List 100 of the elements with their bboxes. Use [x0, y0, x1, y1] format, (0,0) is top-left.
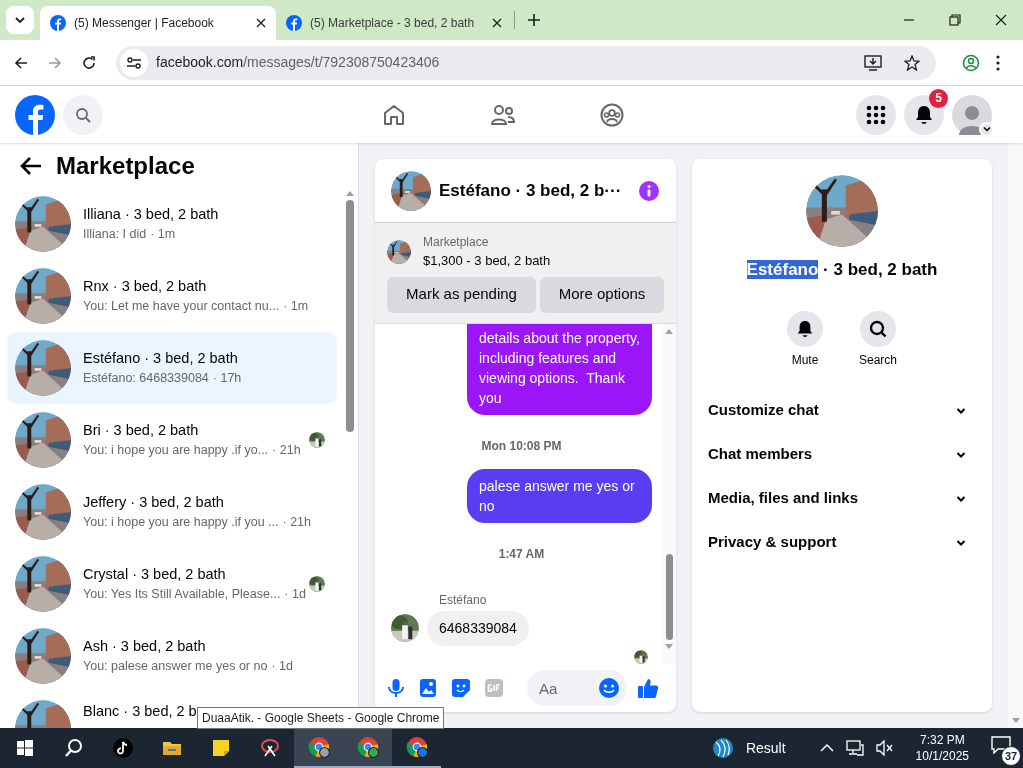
weather-widget-text: Result — [745, 738, 786, 758]
home-icon[interactable] — [382, 102, 406, 127]
icon-button[interactable] — [787, 310, 823, 347]
browser-tab[interactable]: (5) Marketplace - 3 bed, 2 bath — [276, 6, 512, 40]
bell-icon — [796, 319, 814, 338]
conversation-item[interactable]: Jeffery · 3 bed, 2 bath You: i hope you are happy .if you ... · 21h — [7, 476, 337, 548]
conversation-item[interactable]: Bri · 3 bed, 2 bath You: i hope you are happy .if yo... · 21h — [7, 404, 337, 476]
scroll-up-icon — [346, 190, 354, 196]
contact-name: Estéfano · 3 bed, 2 bath — [746, 259, 938, 281]
back-arrow-icon[interactable] — [14, 55, 28, 70]
icon-button[interactable] — [860, 310, 896, 347]
clock-time: 7:32 PM — [919, 732, 965, 748]
back-arrow-icon[interactable] — [20, 156, 42, 175]
message-bubble: palese answer me yes or no — [467, 468, 652, 523]
section-row[interactable]: Privacy & support — [700, 520, 984, 565]
close-icon[interactable] — [492, 18, 502, 28]
timestamp: · 1m — [283, 297, 309, 315]
account-button[interactable] — [952, 94, 992, 135]
action-button[interactable]: More options — [540, 276, 664, 313]
scrollbar[interactable] — [662, 323, 676, 664]
sticker-icon[interactable] — [451, 678, 471, 698]
notifications-button[interactable] — [904, 94, 944, 135]
conversation-name: Estéfano · 3 bed, 2 bath — [83, 348, 238, 367]
timestamp: · 21h — [282, 513, 311, 531]
friends-icon[interactable] — [490, 102, 516, 127]
facebook-icon — [286, 15, 302, 31]
cricket-ball-icon[interactable] — [711, 737, 734, 759]
message-preview: You: palese answer me yes or no — [83, 657, 268, 675]
chevron-up-icon[interactable] — [819, 743, 834, 753]
conversation-name: Crystal · 3 bed, 2 bath — [83, 564, 226, 583]
scroll-up-icon — [665, 327, 673, 334]
groups-icon[interactable] — [600, 102, 624, 127]
plus-icon[interactable] — [527, 13, 541, 27]
caret-icon — [14, 14, 26, 26]
message-time: 1:47 AM — [498, 545, 545, 563]
info-icon[interactable] — [638, 179, 660, 202]
install-app-icon[interactable] — [864, 54, 882, 71]
conversation-item[interactable]: Crystal · 3 bed, 2 bath You: Yes Its Still Available, Please... · 1d — [7, 548, 337, 620]
forward-arrow-icon[interactable] — [48, 55, 62, 70]
message-bubble: details about the property, including features and viewing options. Thank you — [467, 323, 652, 415]
snipping-tool-icon[interactable] — [258, 738, 281, 758]
browser-icon[interactable] — [356, 736, 379, 758]
timestamp: · 17h — [212, 369, 242, 387]
section-row[interactable]: Chat members — [700, 432, 984, 477]
search-icon — [75, 106, 91, 123]
chevron-down-icon — [956, 494, 966, 503]
profile-icon[interactable] — [962, 53, 980, 72]
conversation-name: Illiana · 3 bed, 2 bath — [83, 204, 219, 223]
message-preview: Illiana: I did — [83, 225, 147, 243]
facebook-icon — [50, 15, 66, 31]
message-preview: Estéfano: 6468339084 — [83, 369, 209, 387]
browser-tab[interactable]: (5) Messenger | Facebook — [40, 6, 276, 40]
message-input[interactable]: Aa — [527, 670, 627, 706]
more-icon[interactable] — [996, 54, 1000, 71]
microphone-icon[interactable] — [387, 678, 405, 698]
music-note-icon[interactable] — [111, 738, 134, 758]
scrollbar-thumb[interactable] — [665, 554, 673, 640]
grid-menu-icon — [866, 104, 886, 125]
reload-icon[interactable] — [82, 55, 96, 70]
menu-button[interactable] — [856, 94, 896, 135]
network-icon[interactable] — [845, 740, 864, 756]
section-row[interactable]: Customize chat — [700, 388, 984, 433]
message-time: Mon 10:08 PM — [481, 437, 562, 455]
conversation-item[interactable]: Estéfano · 3 bed, 2 bath Estéfano: 6468339084 · 17h — [7, 332, 337, 404]
chat-title: Estéfano · 3 bed, 2 b··· — [439, 179, 623, 202]
emoji-icon[interactable] — [598, 677, 620, 699]
notification-badge: 5 — [929, 88, 948, 108]
clock-date: 10/1/2025 — [915, 748, 969, 764]
message-preview: You: i hope you are happy .if yo... — [83, 441, 269, 459]
tab-search-button[interactable] — [6, 6, 34, 34]
address-bar[interactable]: facebook.com/messages/t/792308750423406 — [116, 45, 936, 80]
browser-icon[interactable] — [307, 736, 330, 758]
conversation-name: Bri · 3 bed, 2 bath — [83, 420, 199, 439]
search-icon[interactable] — [62, 738, 85, 758]
notification-count: 37 — [1001, 746, 1021, 766]
search-button[interactable] — [63, 94, 103, 135]
star-icon[interactable] — [904, 54, 920, 71]
action-button[interactable]: Mark as pending — [387, 276, 536, 313]
scrollbar-thumb[interactable] — [346, 200, 354, 432]
timestamp: · 21h — [272, 441, 301, 459]
message-icon[interactable] — [991, 736, 1011, 754]
conversation-name: Blanc · 3 bed, 2 b — [83, 702, 197, 720]
conversation-item[interactable]: Illiana · 3 bed, 2 bath Illiana: I did · 1m — [7, 188, 337, 260]
restore-icon[interactable] — [949, 14, 961, 26]
browser-icon[interactable] — [405, 736, 428, 758]
close-icon[interactable] — [995, 14, 1007, 26]
conversation-name: Ash · 3 bed, 2 bath — [83, 636, 206, 655]
conversation-item[interactable]: Ash · 3 bed, 2 bath You: palese answer me yes or no · 1d — [7, 620, 337, 692]
search-icon — [869, 319, 887, 338]
sidebar-title: Marketplace — [56, 150, 195, 181]
image-icon[interactable] — [419, 678, 437, 698]
speaker-muted-icon[interactable] — [875, 740, 894, 756]
facebook-logo-icon[interactable] — [15, 94, 55, 135]
close-icon[interactable] — [256, 18, 266, 28]
thumbs-up-icon[interactable] — [637, 677, 659, 699]
site-settings-icon[interactable] — [126, 55, 142, 70]
tab-title: (5) Marketplace - 3 bed, 2 bath — [310, 15, 476, 32]
section-row[interactable]: Media, files and links — [700, 476, 984, 521]
conversation-item[interactable]: Rnx · 3 bed, 2 bath You: Let me have your contact nu... · 1m — [7, 260, 337, 332]
conversation-name: Jeffery · 3 bed, 2 bath — [83, 492, 224, 511]
